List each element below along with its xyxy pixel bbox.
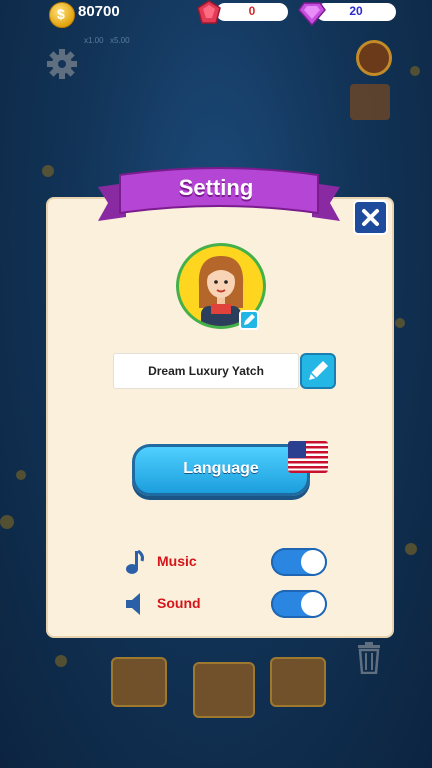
multiplier-label: x5.00 — [110, 36, 130, 45]
coin-icon — [49, 2, 75, 28]
player-name-field[interactable]: Dream Luxury Yatch — [113, 353, 299, 389]
speaker-icon — [126, 593, 140, 615]
edit-icon — [309, 361, 328, 380]
diamond-icon — [298, 2, 326, 26]
background-glow — [410, 66, 420, 76]
background-glow — [405, 543, 417, 555]
ruby-icon — [197, 0, 221, 24]
toggle-knob — [301, 550, 325, 574]
music-label: Music — [157, 553, 197, 569]
language-button[interactable]: Language — [132, 444, 310, 496]
top-bar: 80700 0 20 — [0, 0, 432, 28]
close-button[interactable] — [353, 200, 388, 235]
sound-label: Sound — [157, 595, 201, 611]
us-flag-icon — [288, 441, 328, 473]
trash-icon[interactable] — [356, 642, 382, 674]
diamond-counter[interactable]: 20 — [316, 3, 396, 21]
background-glow — [55, 655, 67, 667]
coin-count: 80700 — [78, 3, 120, 20]
music-icon — [126, 549, 144, 574]
gear-icon[interactable] — [46, 48, 78, 80]
background-glow — [395, 318, 405, 328]
lucky-wheel-icon[interactable] — [356, 40, 392, 76]
multiplier-label: x1.00 — [84, 36, 104, 45]
background-glow — [16, 470, 26, 480]
close-icon — [362, 209, 379, 226]
background-glow — [0, 515, 14, 529]
shop-icon[interactable] — [270, 657, 326, 707]
edit-name-button[interactable] — [300, 353, 336, 389]
dialog-title: Setting — [178, 175, 254, 200]
toggle-knob — [301, 592, 325, 616]
diamond-count: 20 — [349, 4, 363, 18]
sound-toggle[interactable] — [271, 590, 327, 618]
cards-icon[interactable] — [350, 84, 390, 120]
language-label: Language — [183, 460, 259, 477]
ruby-count: 0 — [248, 4, 256, 18]
chest-icon[interactable] — [193, 662, 255, 718]
edit-icon — [244, 314, 255, 325]
avatar-edit-button[interactable] — [239, 310, 259, 330]
ruby-counter[interactable]: 0 — [216, 3, 288, 21]
dock-item[interactable] — [111, 657, 167, 707]
music-toggle[interactable] — [271, 548, 327, 576]
